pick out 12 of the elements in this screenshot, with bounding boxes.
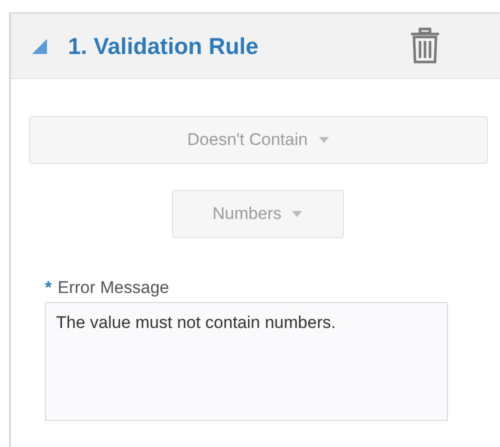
required-mark: * — [45, 278, 52, 298]
field-label: Error Message — [58, 278, 170, 298]
error-message-field[interactable]: The value must not contain numbers. — [45, 302, 448, 421]
trash-icon — [410, 27, 440, 65]
delete-button[interactable] — [410, 27, 440, 65]
dropdown[interactable]: Doesn't Contain — [29, 116, 488, 164]
collapse-toggle[interactable] — [30, 37, 48, 55]
panel-title: 1. Validation Rule — [68, 32, 258, 60]
caret-icon — [291, 210, 304, 218]
caret-icon — [318, 136, 330, 144]
triangle-down-icon — [30, 37, 48, 55]
dropdown[interactable]: Numbers — [172, 190, 344, 238]
